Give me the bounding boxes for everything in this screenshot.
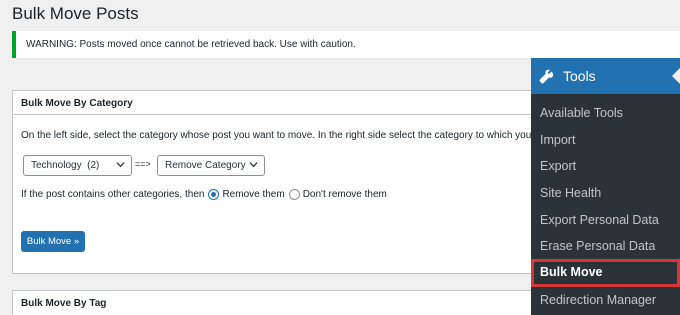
submenu-item-erase-personal-data[interactable]: Erase Personal Data xyxy=(531,233,680,260)
page-title: Bulk Move Posts xyxy=(12,4,139,23)
dont-remove-them-radio[interactable] xyxy=(288,189,300,200)
remove-them-label[interactable]: Remove them xyxy=(222,189,284,200)
chevron-down-icon xyxy=(116,162,125,168)
other-categories-options: If the post contains other categories, t… xyxy=(21,189,387,200)
menu-section-tools[interactable]: Tools xyxy=(531,58,680,94)
notice-text: WARNING: Posts moved once cannot be retr… xyxy=(26,39,356,50)
submenu-list: Available Tools Import Export Site Healt… xyxy=(531,94,680,314)
warning-notice: WARNING: Posts moved once cannot be retr… xyxy=(12,31,680,58)
submenu-item-bulk-move[interactable]: Bulk Move xyxy=(531,259,680,288)
submenu-item-export[interactable]: Export xyxy=(531,153,680,180)
from-category-value: Technology (2) xyxy=(31,160,100,171)
move-arrow: ==> xyxy=(135,159,151,169)
submenu-item-site-health[interactable]: Site Health xyxy=(531,180,680,207)
remove-them-radio[interactable] xyxy=(208,189,220,200)
submenu-item-export-personal-data[interactable]: Export Personal Data xyxy=(531,207,680,234)
from-category-select[interactable]: Technology (2) xyxy=(23,155,132,176)
wrench-icon xyxy=(539,69,554,83)
bulk-move-button[interactable]: Bulk Move » xyxy=(21,231,85,252)
current-menu-pointer xyxy=(672,68,680,84)
submenu-item-available-tools[interactable]: Available Tools xyxy=(531,100,680,127)
admin-submenu-tools: Tools Available Tools Import Export Site… xyxy=(531,58,680,315)
menu-section-label: Tools xyxy=(563,68,596,84)
to-category-value: Remove Category xyxy=(165,160,246,171)
submenu-item-redirection-manager[interactable]: Redirection Manager xyxy=(531,287,680,314)
submenu-item-import[interactable]: Import xyxy=(531,127,680,154)
dont-remove-them-label[interactable]: Don't remove them xyxy=(303,189,387,200)
radio-prompt: If the post contains other categories, t… xyxy=(21,189,205,200)
category-box-description: On the left side, select the category wh… xyxy=(21,130,567,141)
to-category-select[interactable]: Remove Category xyxy=(157,155,265,176)
chevron-down-icon xyxy=(249,162,258,168)
